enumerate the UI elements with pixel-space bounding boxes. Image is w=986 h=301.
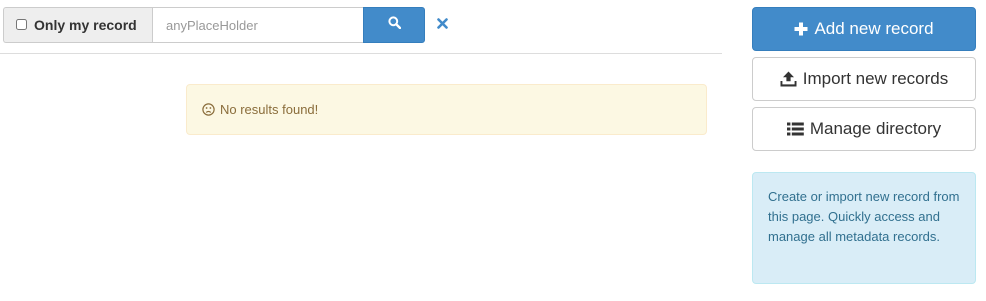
- import-new-records-button[interactable]: Import new records: [752, 57, 976, 101]
- upload-icon: [780, 71, 797, 87]
- only-my-record-checkbox[interactable]: [16, 18, 27, 30]
- manage-directory-label: Manage directory: [809, 119, 942, 138]
- add-new-record-label: Add new record: [814, 19, 934, 38]
- plus-icon: [794, 22, 808, 36]
- only-my-record-filter[interactable]: Only my record: [3, 7, 153, 43]
- close-icon: [436, 16, 448, 34]
- manage-directory-button[interactable]: Manage directory: [752, 107, 976, 151]
- editor-board: Only my record anyPlaceHolder No results…: [0, 0, 986, 301]
- clear-search-button[interactable]: [431, 14, 453, 36]
- help-info-text: Create or import new record from this pa…: [768, 189, 960, 244]
- no-results-text: No results found!: [220, 102, 319, 117]
- only-my-record-label: Only my record: [34, 17, 137, 33]
- list-icon: [786, 122, 804, 136]
- search-input[interactable]: [152, 7, 363, 43]
- import-new-records-label: Import new records: [802, 69, 949, 88]
- frown-icon: [202, 103, 215, 116]
- no-results-alert: No results found!: [186, 84, 707, 135]
- toolbar-divider: [0, 53, 722, 54]
- search-icon: [387, 16, 401, 34]
- help-info-panel: Create or import new record from this pa…: [752, 172, 976, 284]
- search-button[interactable]: [363, 7, 425, 43]
- add-new-record-button[interactable]: Add new record: [752, 7, 976, 51]
